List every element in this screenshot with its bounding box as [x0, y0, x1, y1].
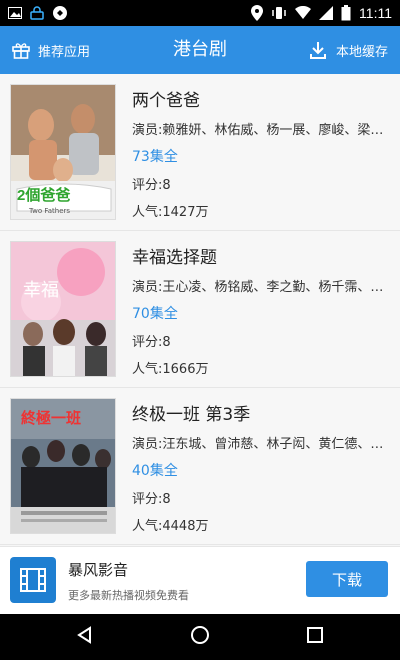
- item-info: 两个爸爸 演员:赖雅妍、林佑威、杨一展、廖峻、梁… 73集全 评分:8 人气:1…: [132, 86, 390, 228]
- status-right: 11:11: [251, 5, 392, 21]
- item-popularity: 人气:4448万: [132, 519, 209, 534]
- home-button[interactable]: [185, 622, 215, 652]
- back-triangle-icon: [75, 625, 95, 649]
- poster-caption: 終極一班: [21, 410, 82, 427]
- battery-icon: [341, 5, 351, 21]
- local-cache-label: 本地缓存: [335, 44, 388, 60]
- item-info: 幸福选择题 演员:王心凌、杨铭威、李之勤、杨千霈、… 70集全 评分:8 人气:…: [132, 243, 390, 385]
- poster-caption: 2個爸爸: [17, 187, 71, 204]
- download-icon: [308, 40, 328, 60]
- item-popularity: 人气:1427万: [132, 205, 209, 220]
- recents-button[interactable]: [300, 622, 330, 652]
- promo-app-name: 暴风影音: [68, 561, 129, 579]
- item-episodes: 40集全: [132, 463, 178, 479]
- gift-icon: [12, 41, 30, 59]
- poster-image: 終極一班: [10, 398, 116, 534]
- recents-square-icon: [305, 625, 325, 649]
- lock-icon: [30, 6, 44, 20]
- poster-subtitle: Two Fathers: [29, 207, 71, 215]
- poster-image: 幸福: [10, 241, 116, 377]
- do-not-disturb-icon: [52, 5, 68, 21]
- location-icon: [251, 5, 264, 21]
- home-circle-icon: [190, 625, 210, 649]
- vibrate-icon: [271, 6, 287, 20]
- item-episodes: 70集全: [132, 306, 178, 322]
- wifi-icon: [295, 6, 312, 20]
- promo-banner: 暴风影音 更多最新热播视频免费看 下载: [0, 546, 400, 614]
- image-icon: [8, 7, 22, 19]
- drama-list: 2個爸爸 Two Fathers 两个爸爸 演员:赖雅妍、林佑威、杨一展、廖峻、…: [0, 74, 400, 546]
- app-logo-icon: [10, 557, 56, 603]
- item-title: 终极一班 第3季: [132, 405, 251, 425]
- app-bar: 推荐应用 港台剧 本地缓存: [0, 26, 400, 74]
- navigation-bar: [0, 614, 400, 660]
- item-cast: 演员:汪东城、曾沛慈、林子闳、黄仁德、…: [132, 437, 384, 452]
- poster-image: 2個爸爸 Two Fathers: [10, 84, 116, 220]
- item-cast: 演员:王心凌、杨铭威、李之勤、杨千霈、…: [132, 280, 384, 295]
- item-rating: 评分:8: [132, 178, 171, 193]
- status-bar: 11:11: [0, 0, 400, 26]
- promo-description: 更多最新热播视频免费看: [68, 589, 189, 602]
- item-popularity: 人气:1666万: [132, 362, 209, 377]
- item-cast: 演员:赖雅妍、林佑威、杨一展、廖峻、梁…: [132, 123, 384, 138]
- download-button[interactable]: 下载: [306, 561, 388, 597]
- item-title: 幸福选择题: [132, 248, 217, 268]
- list-item[interactable]: 終極一班 终极一班 第3季 演员:汪东城、曾沛慈、林子闳、黄仁德、… 40集全 …: [0, 388, 400, 545]
- list-item[interactable]: 幸福 幸福选择题 演员:王心凌、杨铭威、李之勤、杨千霈、… 70集全 评分:8 …: [0, 231, 400, 388]
- signal-icon: [319, 6, 334, 20]
- status-left: [8, 5, 68, 21]
- item-info: 终极一班 第3季 演员:汪东城、曾沛慈、林子闳、黄仁德、… 40集全 评分:8 …: [132, 400, 390, 542]
- item-episodes: 73集全: [132, 149, 178, 165]
- back-button[interactable]: [70, 622, 100, 652]
- item-title: 两个爸爸: [132, 91, 200, 111]
- status-time: 11:11: [359, 5, 392, 21]
- list-item[interactable]: 2個爸爸 Two Fathers 两个爸爸 演员:赖雅妍、林佑威、杨一展、廖峻、…: [0, 74, 400, 231]
- recommended-apps-label: 推荐应用: [38, 44, 91, 60]
- item-rating: 评分:8: [132, 335, 171, 350]
- local-cache-button[interactable]: 本地缓存: [308, 26, 388, 74]
- poster-caption: 幸福: [23, 280, 59, 301]
- recommended-apps-button[interactable]: 推荐应用: [12, 26, 90, 74]
- item-rating: 评分:8: [132, 492, 171, 507]
